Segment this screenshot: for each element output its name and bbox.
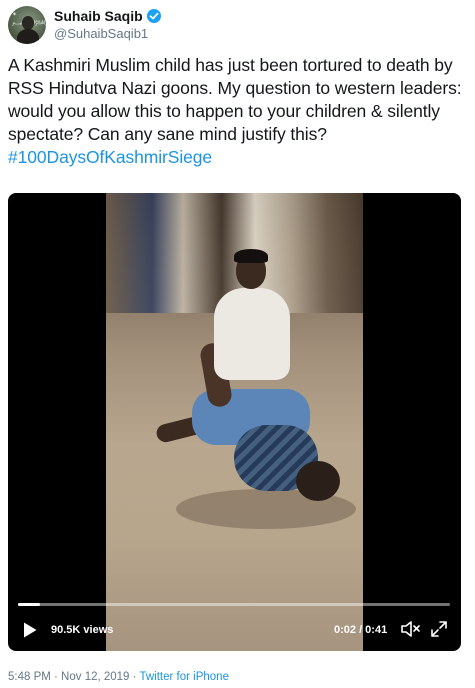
meta-separator: ·	[129, 671, 140, 683]
video-figure-shirt	[214, 288, 290, 380]
tweet-text: A Kashmiri Muslim child has just been to…	[8, 54, 470, 169]
avatar-head	[22, 16, 34, 30]
tweet-body: A Kashmiri Muslim child has just been to…	[8, 55, 462, 144]
avatar-torso	[17, 29, 39, 44]
tweet-timestamp[interactable]: 5:48 PM · Nov 12, 2019	[8, 671, 129, 683]
verified-badge-icon	[146, 9, 161, 23]
video-progress-bar[interactable]	[18, 603, 450, 606]
tweet-header: ✶ ﷽ Suhaib Saqib @SuhaibSaqib1	[8, 6, 468, 46]
speaker-muted-icon[interactable]	[400, 619, 422, 639]
author-name[interactable]: Suhaib Saqib	[54, 8, 143, 24]
video-progress-fill	[18, 603, 40, 606]
fullscreen-icon[interactable]	[430, 620, 448, 638]
avatar[interactable]: ✶ ﷽	[8, 6, 46, 44]
video-time: 0:02 / 0:41	[334, 624, 388, 636]
video-figure-lower-head	[296, 461, 340, 501]
hashtag-link[interactable]: #100DaysOfKashmirSiege	[8, 147, 212, 167]
video-frame[interactable]	[106, 193, 363, 651]
tweet-meta: 5:48 PM · Nov 12, 2019 · Twitter for iPh…	[8, 670, 229, 684]
video-figure-hair	[234, 249, 268, 263]
author-name-row[interactable]: Suhaib Saqib	[54, 8, 161, 25]
tweet-card: ✶ ﷽ Suhaib Saqib @SuhaibSaqib1 A Kashmir…	[0, 0, 475, 688]
tweet-source-link[interactable]: Twitter for iPhone	[139, 671, 228, 683]
view-count: 90.5K views	[51, 624, 114, 636]
video-player[interactable]: 90.5K views 0:02 / 0:41	[8, 193, 461, 651]
play-icon[interactable]	[22, 621, 38, 639]
author-handle[interactable]: @SuhaibSaqib1	[54, 26, 148, 42]
